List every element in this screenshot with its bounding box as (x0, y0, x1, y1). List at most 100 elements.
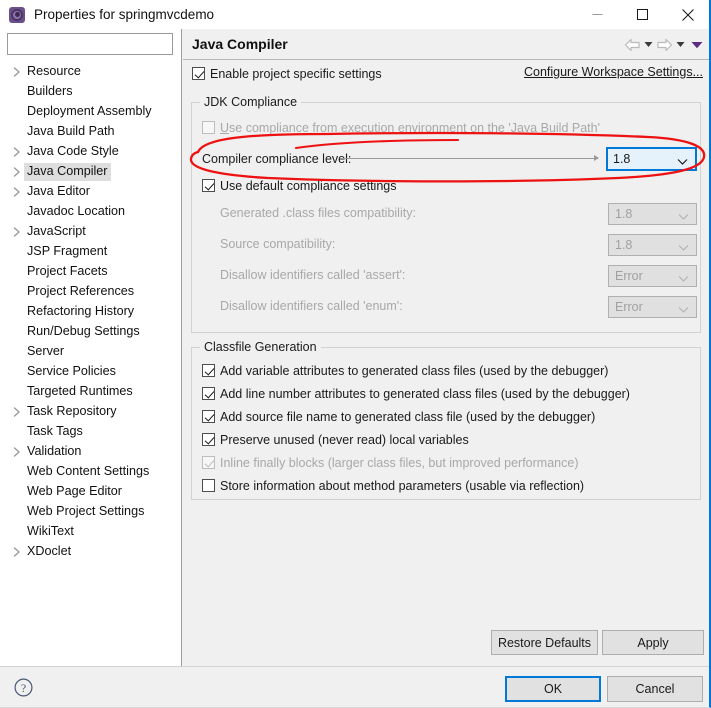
sidebar-item-wikitext[interactable]: WikiText (0, 522, 181, 542)
sidebar-item-project-facets[interactable]: Project Facets (0, 262, 181, 282)
disallow-identifiers-called-assert-dropdown[interactable]: Error (608, 265, 697, 287)
sidebar-item-resource[interactable]: Resource (0, 62, 181, 82)
sidebar-item-label: XDoclet (27, 544, 72, 558)
sidebar-item-label: Task Tags (27, 424, 83, 438)
sidebar-item-label: Service Policies (27, 364, 116, 378)
sidebar-item-label: WikiText (27, 524, 74, 538)
expand-chevron-right-icon[interactable] (10, 402, 24, 422)
sidebar-item-java-build-path[interactable]: Java Build Path (0, 122, 181, 142)
classfile-option-3-checkbox[interactable] (202, 410, 215, 423)
generated-class-files-compatibility-dropdown[interactable]: 1.8 (608, 203, 697, 225)
restore-defaults-button[interactable]: Restore Defaults (491, 630, 598, 655)
classfile-option-5-checkbox[interactable] (202, 456, 215, 469)
close-button[interactable] (665, 0, 709, 29)
sidebar-item-label: Project References (27, 284, 135, 298)
sidebar-item-task-repository[interactable]: Task Repository (0, 402, 181, 422)
sidebar-item-targeted-runtimes[interactable]: Targeted Runtimes (0, 382, 181, 402)
sidebar-item-java-compiler[interactable]: Java Compiler (0, 162, 181, 182)
compiler-compliance-level-row: Compiler compliance level: (202, 148, 351, 169)
sidebar-item-web-page-editor[interactable]: Web Page Editor (0, 482, 181, 502)
jdk-compliance-group: JDK Compliance Use compliance from execu… (191, 95, 701, 333)
sidebar-item-jsp-fragment[interactable]: JSP Fragment (0, 242, 181, 262)
classfile-option-3-label: Add source file name to generated class … (220, 409, 596, 424)
use-default-compliance-row: Use default compliance settings (202, 175, 396, 196)
classfile-option-4-checkbox[interactable] (202, 433, 215, 446)
sidebar-item-server[interactable]: Server (0, 342, 181, 362)
sidebar-item-label: Javadoc Location (27, 204, 126, 218)
expand-chevron-right-icon[interactable] (10, 442, 24, 462)
classfile-option-1-checkbox[interactable] (202, 364, 215, 377)
enable-project-specific-checkbox[interactable] (192, 67, 205, 80)
sidebar-item-xdoclet[interactable]: XDoclet (0, 542, 181, 562)
navigation-toolbar (624, 29, 703, 60)
source-compatibility-row: Source compatibility: (220, 233, 335, 254)
sidebar-item-task-tags[interactable]: Task Tags (0, 422, 181, 442)
sidebar-item-label: Web Content Settings (27, 464, 150, 478)
generated-class-files-compatibility-row: Generated .class files compatibility: (220, 202, 416, 223)
help-question-icon[interactable]: ? (14, 678, 33, 697)
sidebar-item-web-project-settings[interactable]: Web Project Settings (0, 502, 181, 522)
svg-text:?: ? (21, 681, 26, 695)
view-menu-chevron-down-filled-icon[interactable] (691, 41, 703, 49)
sidebar-item-project-references[interactable]: Project References (0, 282, 181, 302)
disallow-identifiers-called-enum-dropdown[interactable]: Error (608, 296, 697, 318)
sidebar-item-run-debug-settings[interactable]: Run/Debug Settings (0, 322, 181, 342)
sidebar-item-javadoc-location[interactable]: Javadoc Location (0, 202, 181, 222)
classfile-option-6-checkbox[interactable] (202, 479, 215, 492)
compiler-compliance-level-label: Compiler compliance level: (202, 151, 352, 166)
properties-gear-icon (9, 6, 25, 23)
use-default-compliance-checkbox[interactable] (202, 179, 215, 192)
generated-class-files-compatibility-label: Generated .class files compatibility: (220, 205, 416, 220)
forward-history-chevron-down-icon[interactable] (676, 41, 685, 48)
sidebar-item-java-code-style[interactable]: Java Code Style (0, 142, 181, 162)
sidebar-item-refactoring-history[interactable]: Refactoring History (0, 302, 181, 322)
expand-chevron-right-icon[interactable] (10, 142, 24, 162)
sidebar-item-builders[interactable]: Builders (0, 82, 181, 102)
ok-button[interactable]: OK (505, 676, 601, 702)
apply-button[interactable]: Apply (602, 630, 704, 655)
sidebar-item-label: Web Page Editor (27, 484, 122, 498)
classfile-option-2-checkbox[interactable] (202, 387, 215, 400)
expand-chevron-right-icon[interactable] (10, 62, 24, 82)
expand-chevron-right-icon[interactable] (10, 162, 24, 182)
cancel-button[interactable]: Cancel (607, 676, 703, 702)
sidebar-item-deployment-assembly[interactable]: Deployment Assembly (0, 102, 181, 122)
classfile-option-6-label: Store information about method parameter… (220, 478, 585, 493)
chevron-down-icon (678, 241, 689, 255)
configure-workspace-settings-link[interactable]: Configure Workspace Settings... (524, 65, 703, 79)
filter-input[interactable] (7, 33, 173, 55)
back-history-chevron-down-icon[interactable] (644, 41, 653, 48)
classfile-option-5-row: Inline finally blocks (larger class file… (202, 452, 578, 473)
classfile-option-1-row: Add variable attributes to generated cla… (202, 360, 608, 381)
sidebar-item-javascript[interactable]: JavaScript (0, 222, 181, 242)
sidebar-item-label: Deployment Assembly (27, 104, 152, 118)
arrow-left-icon[interactable] (624, 38, 641, 52)
sidebar-item-label: Builders (27, 84, 73, 98)
expand-chevron-right-icon[interactable] (10, 542, 24, 562)
sidebar-item-label: Targeted Runtimes (27, 384, 133, 398)
compiler-compliance-level-value: 1.8 (613, 152, 631, 166)
sidebar-item-service-policies[interactable]: Service Policies (0, 362, 181, 382)
settings-sidebar: Resource Builders Deployment Assembly Java … (0, 29, 182, 666)
sidebar-item-label: Server (27, 344, 65, 358)
sidebar-item-validation[interactable]: Validation (0, 442, 181, 462)
sidebar-item-web-content-settings[interactable]: Web Content Settings (0, 462, 181, 482)
sidebar-item-label: Resource (27, 64, 81, 78)
disallow-identifiers-called-assert-row: Disallow identifiers called 'assert': (220, 264, 405, 285)
source-compatibility-label: Source compatibility: (220, 236, 336, 251)
minimize-button[interactable] (575, 0, 620, 29)
compiler-compliance-level-dropdown[interactable]: 1.8 (606, 147, 697, 171)
expand-chevron-right-icon[interactable] (10, 182, 24, 202)
sidebar-item-java-editor[interactable]: Java Editor (0, 182, 181, 202)
enable-project-specific-label: Enable project specific settings (210, 66, 382, 81)
arrow-right-icon[interactable] (656, 38, 673, 52)
source-compatibility-dropdown[interactable]: 1.8 (608, 234, 697, 256)
expand-chevron-right-icon[interactable] (10, 222, 24, 242)
use-execution-environment-checkbox[interactable] (202, 121, 215, 134)
maximize-button[interactable] (620, 0, 665, 29)
